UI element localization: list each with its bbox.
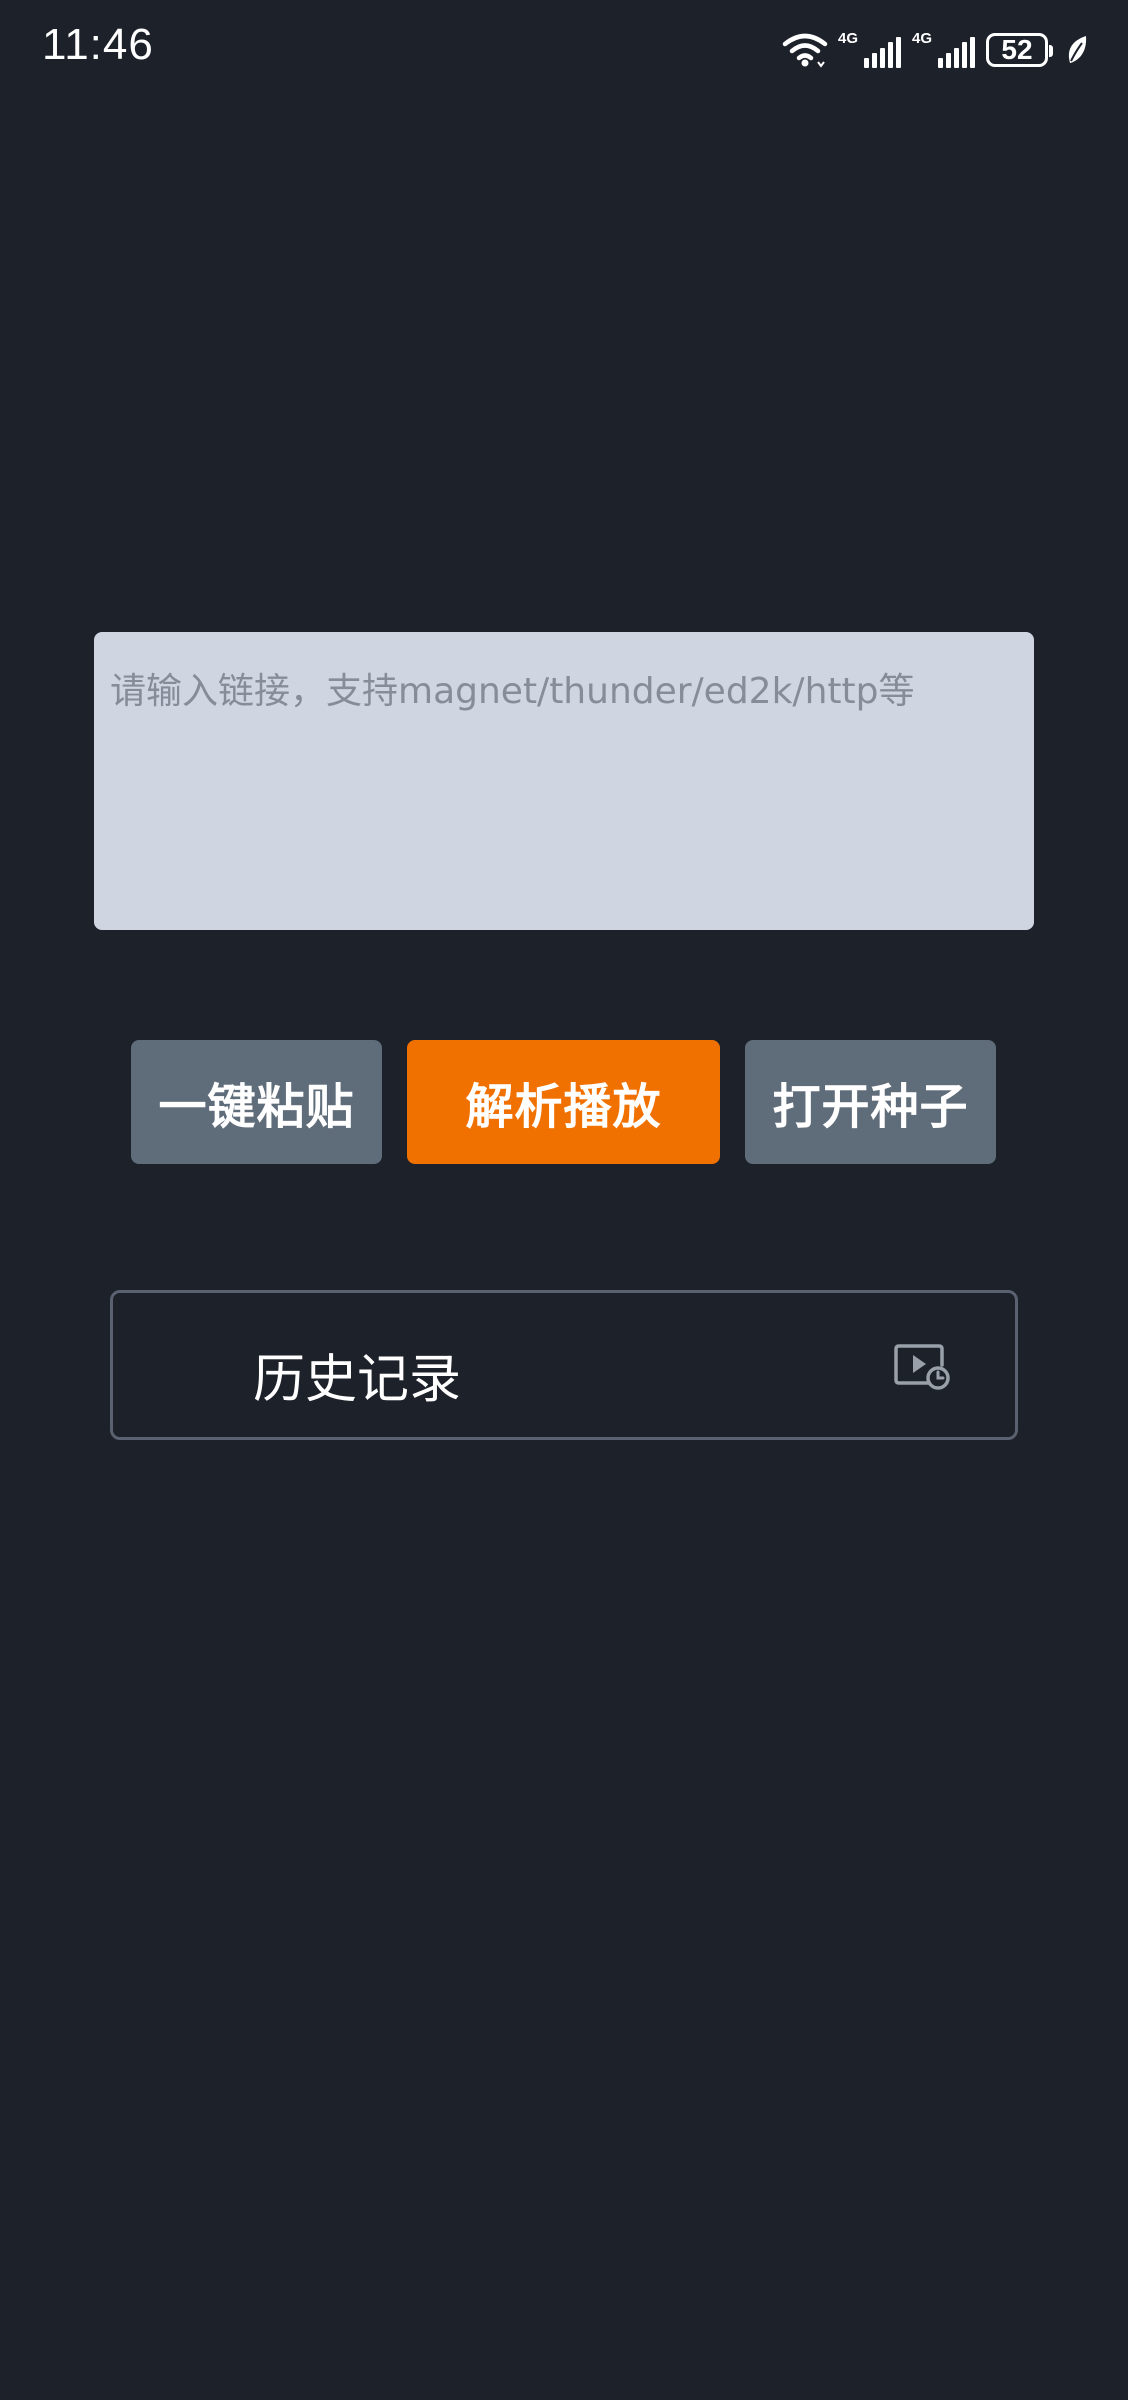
network-type-1: 4G <box>838 30 859 47</box>
signal-2: 4G <box>912 30 976 70</box>
status-bar: 11:46 4G 4G 52 <box>0 0 1128 100</box>
battery-icon: 52 <box>986 33 1053 67</box>
history-button[interactable]: 历史记录 <box>110 1290 1018 1440</box>
signal-icon <box>938 37 975 68</box>
network-type-2: 4G <box>912 30 933 47</box>
paste-button[interactable]: 一键粘贴 <box>131 1040 382 1164</box>
parse-play-button[interactable]: 解析播放 <box>407 1040 720 1164</box>
wifi-icon <box>782 33 828 68</box>
status-time: 11:46 <box>42 20 154 69</box>
battery-level: 52 <box>1001 34 1033 65</box>
signal-1: 4G <box>838 30 902 70</box>
app-screen: 11:46 4G 4G 52 请输入链接，支持magnet/thunder/ed… <box>0 0 1128 2400</box>
play-history-icon <box>894 1344 950 1390</box>
history-label: 历史记录 <box>253 1350 462 1410</box>
open-torrent-button[interactable]: 打开种子 <box>745 1040 996 1164</box>
signal-icon <box>864 37 901 68</box>
link-input[interactable] <box>94 632 1034 930</box>
status-icons: 4G 4G 52 <box>782 28 1088 72</box>
leaf-icon <box>1068 36 1087 63</box>
